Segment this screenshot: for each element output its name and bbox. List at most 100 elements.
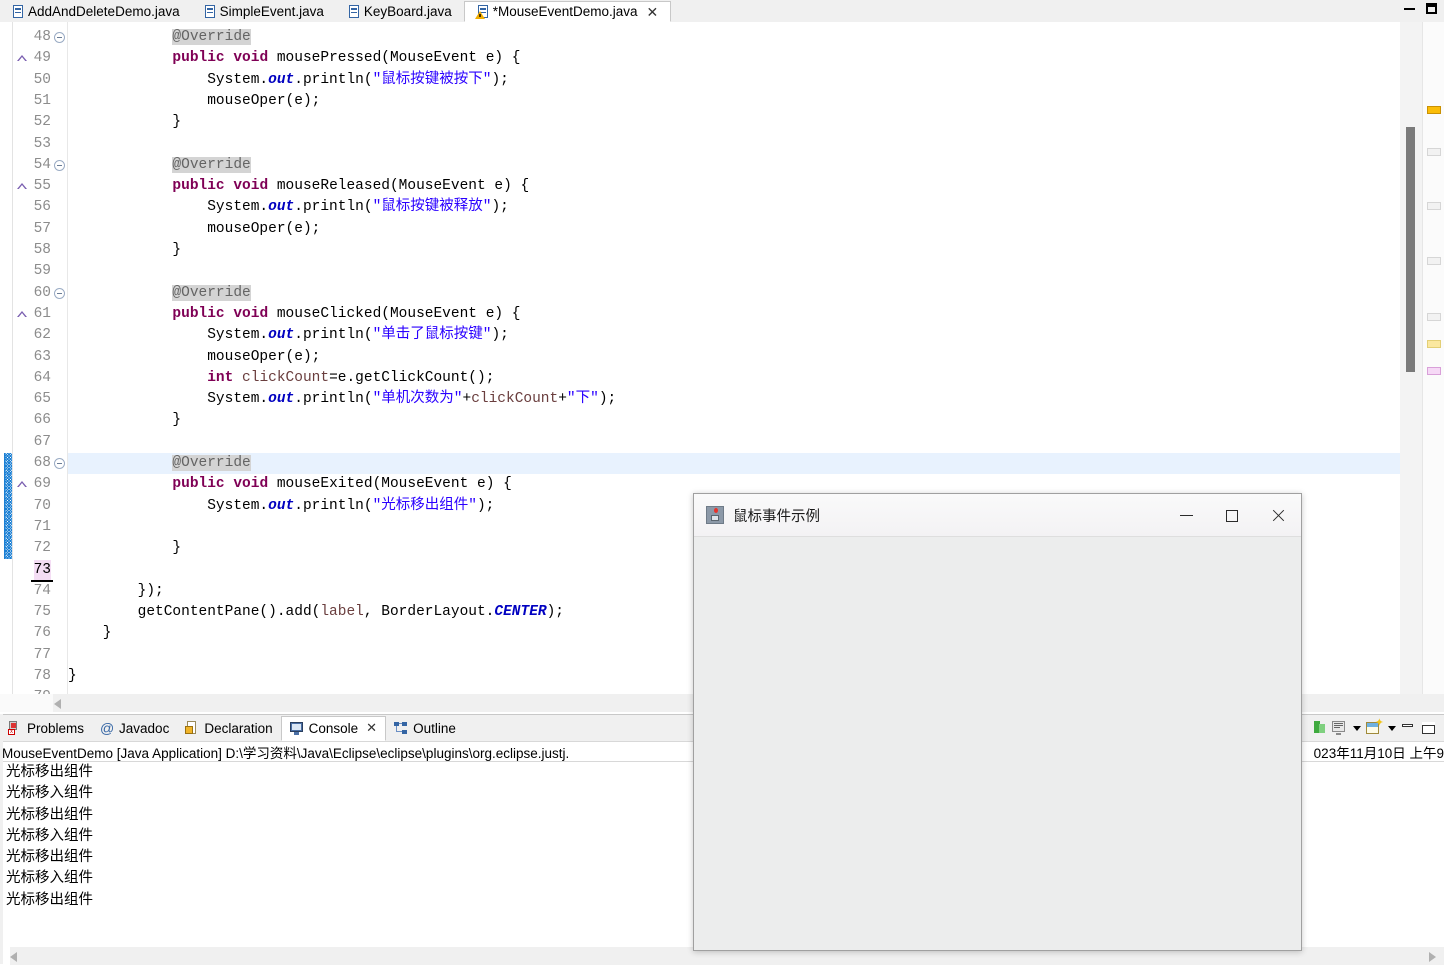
window-minimize-button[interactable] bbox=[1398, 0, 1420, 16]
fold-collapse-icon[interactable] bbox=[54, 458, 65, 469]
line-number: 77 bbox=[33, 646, 51, 663]
line-number: 75 bbox=[33, 604, 51, 621]
overview-ruler-mark[interactable] bbox=[1427, 106, 1441, 114]
bottom-tab-label: Outline bbox=[413, 720, 456, 736]
code-line: @Override bbox=[172, 284, 251, 301]
bottom-tab-problems[interactable]: x Problems bbox=[0, 716, 92, 741]
annotation-ruler[interactable] bbox=[13, 22, 31, 694]
overview-ruler-mark[interactable] bbox=[1427, 367, 1441, 375]
overview-ruler[interactable] bbox=[1422, 22, 1444, 694]
line-number: 63 bbox=[33, 348, 51, 365]
swing-maximize-button[interactable] bbox=[1209, 494, 1255, 537]
open-console-icon[interactable]: ✦ bbox=[1366, 717, 1384, 737]
swing-minimize-button[interactable] bbox=[1163, 494, 1209, 537]
bottom-tab-javadoc[interactable]: @ Javadoc bbox=[92, 716, 177, 741]
editor-tab-label: *MouseEventDemo.java bbox=[492, 4, 638, 19]
implements-method-marker-icon[interactable] bbox=[17, 481, 27, 489]
code-line: System.out.println("光标移出组件"); bbox=[68, 497, 495, 514]
display-selected-console-icon[interactable] bbox=[1331, 720, 1348, 737]
bottom-tab-label: Problems bbox=[27, 720, 85, 736]
overview-ruler-mark[interactable] bbox=[1427, 148, 1441, 156]
line-number-ruler: 48 49 50 51 52 53 54 55 56 57 58 59 60 61 62 63 64 65 66 67… bbox=[31, 22, 53, 705]
swing-window-content[interactable] bbox=[694, 537, 1301, 950]
editor-tab-1[interactable]: AddAndDeleteDemo.java bbox=[0, 1, 192, 22]
open-console-dropdown-icon[interactable] bbox=[1388, 725, 1396, 731]
bottom-tab-declaration[interactable]: Declaration bbox=[177, 716, 280, 741]
code-line: public void mousePressed(MouseEvent e) { bbox=[172, 50, 521, 67]
overview-ruler-mark[interactable] bbox=[1427, 313, 1441, 321]
line-number: 53 bbox=[33, 135, 51, 152]
console-scroll-right-arrow-icon[interactable] bbox=[1429, 952, 1436, 962]
editor-vertical-scrollbar-thumb[interactable] bbox=[1406, 127, 1415, 372]
overview-ruler-mark[interactable] bbox=[1427, 202, 1441, 210]
line-number: 64 bbox=[33, 369, 51, 386]
code-line: @Override bbox=[172, 455, 251, 471]
code-line: } bbox=[68, 242, 182, 258]
bottom-tab-console[interactable]: Console ✕ bbox=[280, 715, 387, 741]
line-number: 48 bbox=[33, 29, 51, 45]
javadoc-icon: @ bbox=[100, 720, 115, 736]
line-number: 66 bbox=[33, 412, 51, 429]
line-number: 51 bbox=[33, 92, 51, 109]
java-file-icon bbox=[10, 4, 23, 19]
bottom-tab-close-icon[interactable]: ✕ bbox=[366, 720, 377, 736]
editor-tab-2[interactable]: SimpleEvent.java bbox=[192, 1, 336, 22]
code-line: int clickCount=e.getClickCount(); bbox=[207, 369, 495, 386]
java-file-icon bbox=[202, 4, 215, 19]
code-line: } bbox=[68, 412, 182, 429]
minimize-icon[interactable] bbox=[1401, 720, 1418, 737]
fold-collapse-icon[interactable] bbox=[54, 159, 65, 171]
bottom-tab-label: Console bbox=[308, 720, 359, 736]
line-number: 69 bbox=[33, 476, 51, 493]
swing-window-title: 鼠标事件示例 bbox=[733, 508, 820, 525]
code-line: getContentPane().add(label, BorderLayout… bbox=[68, 604, 565, 621]
swing-application-window[interactable]: 鼠标事件示例 bbox=[693, 493, 1302, 951]
editor-vertical-scrollbar[interactable] bbox=[1400, 22, 1422, 694]
display-selected-console-dropdown-icon[interactable] bbox=[1353, 725, 1361, 731]
panel-left-edge bbox=[0, 714, 3, 964]
folding-ruler[interactable] bbox=[53, 22, 67, 694]
bottom-tab-outline[interactable]: Outline bbox=[386, 716, 464, 741]
code-line: mouseOper(e); bbox=[68, 220, 321, 237]
line-number: 72 bbox=[33, 540, 51, 557]
line-number: 67 bbox=[33, 433, 51, 450]
swing-close-button[interactable] bbox=[1255, 494, 1301, 537]
editor-tab-3[interactable]: KeyBoard.java bbox=[336, 1, 464, 22]
code-line: } bbox=[68, 668, 77, 684]
console-scroll-left-arrow-icon[interactable] bbox=[10, 952, 17, 962]
line-number: 55 bbox=[33, 178, 51, 195]
line-number: 62 bbox=[33, 327, 51, 344]
overview-ruler-mark[interactable] bbox=[1427, 340, 1441, 348]
window-maximize-button[interactable] bbox=[1420, 0, 1442, 16]
bottom-tab-label: Javadoc bbox=[119, 720, 170, 736]
new-console-view-icon[interactable] bbox=[1311, 720, 1328, 737]
line-number: 59 bbox=[33, 263, 51, 280]
maximize-icon[interactable] bbox=[1421, 720, 1438, 737]
implements-method-marker-icon[interactable] bbox=[17, 183, 27, 191]
line-number: 50 bbox=[33, 71, 51, 88]
java-file-warning-icon bbox=[474, 4, 488, 19]
implements-method-marker-icon[interactable] bbox=[17, 310, 27, 318]
problems-icon: x bbox=[8, 721, 22, 735]
line-number: 74 bbox=[33, 582, 51, 599]
line-number: 58 bbox=[33, 242, 51, 258]
fold-collapse-icon[interactable] bbox=[54, 287, 65, 299]
implements-method-marker-icon[interactable] bbox=[17, 55, 27, 63]
line-number: 78 bbox=[33, 668, 51, 684]
fold-collapse-icon[interactable] bbox=[54, 32, 65, 43]
java-file-icon bbox=[346, 4, 359, 19]
code-line: public void mouseClicked(MouseEvent e) { bbox=[172, 305, 521, 322]
bottom-tab-label: Declaration bbox=[204, 720, 273, 736]
swing-title-bar[interactable]: 鼠标事件示例 bbox=[694, 494, 1301, 537]
editor-tab-close-icon[interactable]: ✕ bbox=[647, 5, 659, 19]
scroll-left-arrow-icon[interactable] bbox=[54, 699, 61, 709]
editor-tab-label: SimpleEvent.java bbox=[219, 4, 324, 19]
outline-icon bbox=[394, 721, 408, 735]
editor-tab-label: AddAndDeleteDemo.java bbox=[28, 4, 180, 19]
line-number: 76 bbox=[33, 625, 51, 642]
overview-ruler-mark[interactable] bbox=[1427, 257, 1441, 265]
editor-tab-4[interactable]: *MouseEventDemo.java ✕ bbox=[463, 1, 672, 22]
